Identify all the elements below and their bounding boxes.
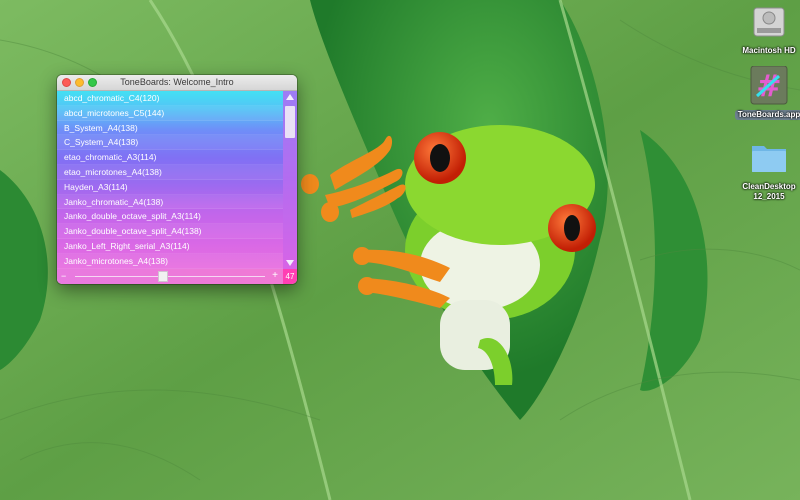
list-item[interactable]: C_System_A4(138) [57, 135, 283, 151]
toneboards-window: ToneBoards: Welcome_Intro abcd_chromatic… [57, 75, 297, 284]
zoom-in-button[interactable]: + [272, 270, 278, 281]
list-item[interactable]: Hayden_A3(114) [57, 180, 283, 195]
zoom-slider-track[interactable] [75, 276, 265, 277]
list-item[interactable]: Janko_microtones_A4(138) [57, 253, 283, 269]
window-title: ToneBoards: Welcome_Intro [120, 77, 234, 87]
desktop-icon-label: Macintosh HD [742, 46, 796, 55]
scroll-down-arrow-icon[interactable] [286, 260, 294, 266]
layout-list[interactable]: abcd_chromatic_C4(120) abcd_microtones_C… [57, 91, 283, 269]
desktop-icon-toneboards-app[interactable]: # ToneBoards.app [723, 65, 800, 120]
list-item[interactable]: Janko_Left_Right_serial_A3(114) [57, 239, 283, 254]
window-titlebar[interactable]: ToneBoards: Welcome_Intro [57, 75, 297, 91]
list-item[interactable]: abcd_chromatic_C4(120) [57, 91, 283, 106]
desktop-icon-label: CleanDesktop 12_2015 [742, 182, 796, 201]
list-item[interactable]: B_System_A4(138) [57, 121, 283, 136]
list-item[interactable]: Janko_double_octave_split_A3(114) [57, 209, 283, 225]
zoom-slider-bar[interactable]: − + [57, 269, 283, 284]
hard-drive-icon [747, 2, 791, 42]
desktop-icon-label: ToneBoards.app [734, 110, 800, 120]
zoom-out-button[interactable]: − [61, 271, 66, 281]
desktop-icon-cleandesktop-folder[interactable]: CleanDesktop 12_2015 [723, 138, 800, 202]
list-item[interactable]: Janko_double_octave_split_A4(138) [57, 224, 283, 239]
scroll-up-arrow-icon[interactable] [286, 94, 294, 100]
list-item[interactable]: etao_microtones_A4(138) [57, 164, 283, 180]
folder-icon [747, 138, 791, 178]
app-icon: # [747, 65, 791, 106]
zoom-slider-thumb[interactable] [158, 271, 168, 282]
vertical-scroll-thumb[interactable] [285, 106, 295, 138]
list-item[interactable]: etao_chromatic_A3(114) [57, 150, 283, 165]
list-item[interactable]: Janko_chromatic_A4(138) [57, 194, 283, 210]
list-item[interactable]: abcd_microtones_C5(144) [57, 105, 283, 121]
desktop-icon-macintosh-hd[interactable]: Macintosh HD [723, 2, 800, 56]
vertical-scrollbar[interactable] [283, 91, 297, 269]
item-count-badge: 47 [283, 269, 297, 284]
